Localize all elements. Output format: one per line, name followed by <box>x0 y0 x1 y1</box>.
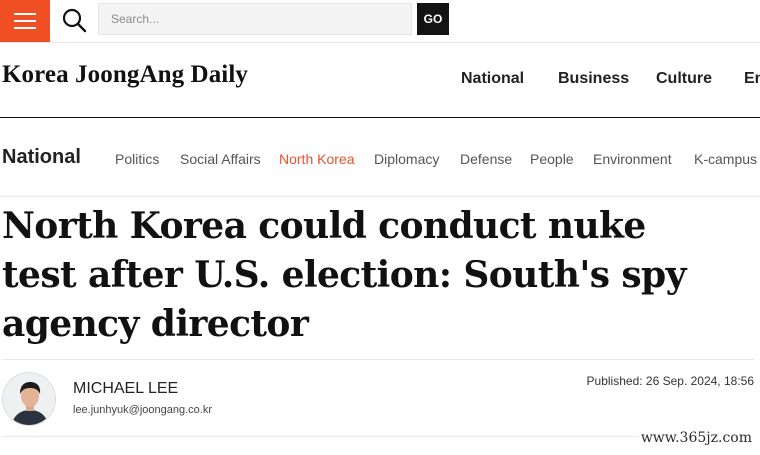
subnav-people[interactable]: People <box>530 151 574 167</box>
watermark: www.365jz.com <box>638 430 754 446</box>
author-avatar[interactable] <box>2 372 56 426</box>
top-utility-bar: GO <box>0 0 760 42</box>
main-nav-business[interactable]: Business <box>558 70 629 88</box>
main-nav: National Business Culture En <box>0 70 760 94</box>
author-name[interactable]: MICHAEL LEE <box>73 380 178 398</box>
subnav-defense[interactable]: Defense <box>460 151 512 167</box>
article-headline: North Korea could conduct nuke test afte… <box>2 205 687 345</box>
subnav-diplomacy[interactable]: Diplomacy <box>374 151 439 167</box>
search-go-button[interactable]: GO <box>417 3 449 35</box>
divider <box>2 359 754 360</box>
search-input[interactable] <box>99 4 411 34</box>
subnav-north-korea[interactable]: North Korea <box>279 151 354 167</box>
main-nav-national[interactable]: National <box>461 70 524 88</box>
subnav-social-affairs[interactable]: Social Affairs <box>180 151 261 167</box>
subnav-k-campus[interactable]: K-campus <box>694 151 757 167</box>
hamburger-menu-button[interactable] <box>0 0 50 42</box>
divider <box>0 196 760 197</box>
subnav-environment[interactable]: Environment <box>593 151 672 167</box>
search-icon[interactable] <box>60 6 88 34</box>
author-portrait <box>3 373 55 425</box>
author-email[interactable]: lee.junhyuk@joongang.co.kr <box>73 404 212 416</box>
search-field <box>98 3 412 35</box>
hamburger-menu-icon <box>14 13 36 15</box>
main-nav-entertainment[interactable]: En <box>744 70 760 88</box>
hamburger-menu-icon-bar <box>14 20 36 22</box>
divider <box>0 42 760 43</box>
hamburger-menu-icon-bar <box>14 27 36 29</box>
subnav-politics[interactable]: Politics <box>115 151 159 167</box>
section-title: National <box>2 146 81 168</box>
main-nav-culture[interactable]: Culture <box>656 70 712 88</box>
masthead-divider <box>0 117 760 118</box>
published-timestamp: Published: 26 Sep. 2024, 18:56 <box>586 374 754 388</box>
